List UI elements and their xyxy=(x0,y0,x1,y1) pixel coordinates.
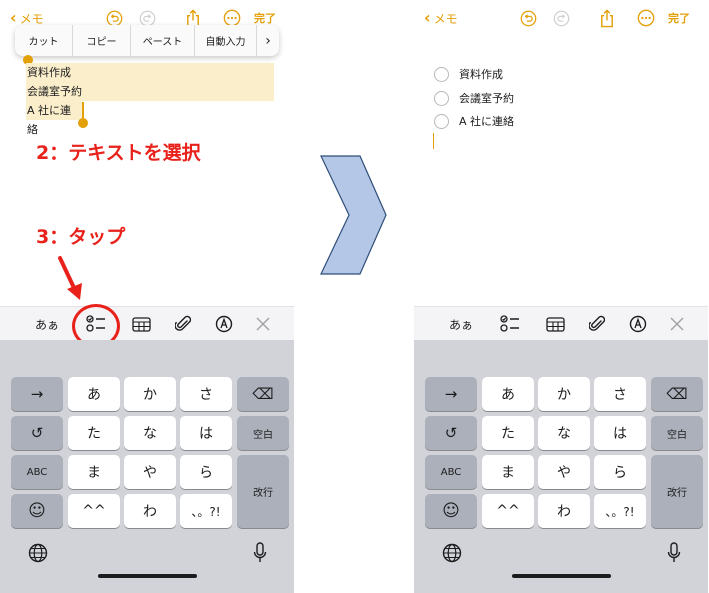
checklist-item-text: A 社に連絡 xyxy=(459,115,515,128)
key-return[interactable]: 改行 xyxy=(237,455,289,528)
markup-icon[interactable] xyxy=(215,315,233,333)
text-format-button[interactable]: あぁ xyxy=(35,315,59,333)
format-toolbar: あぁ xyxy=(414,306,708,340)
checkbox-circle-icon[interactable] xyxy=(434,90,449,106)
redo-icon[interactable] xyxy=(551,8,571,28)
key-ma[interactable]: ま xyxy=(68,455,120,489)
table-icon[interactable] xyxy=(132,315,151,333)
microphone-icon[interactable] xyxy=(253,542,267,564)
checkbox-circle-icon[interactable] xyxy=(434,113,449,129)
key-ha[interactable]: は xyxy=(180,416,232,450)
key-abc[interactable]: ABC xyxy=(425,455,477,489)
key-kaomoji[interactable]: ^^ xyxy=(68,494,120,528)
key-ha[interactable]: は xyxy=(594,416,646,450)
share-icon[interactable] xyxy=(597,8,617,28)
key-undo[interactable]: ↺ xyxy=(425,416,477,450)
key-ta[interactable]: た xyxy=(482,416,534,450)
key-abc[interactable]: ABC xyxy=(11,455,63,489)
checklist-item[interactable]: 資料作成 xyxy=(434,65,503,83)
key-next[interactable]: → xyxy=(11,377,63,411)
key-space[interactable]: 空白 xyxy=(237,416,289,450)
key-ra[interactable]: ら xyxy=(180,455,232,489)
back-label: メモ xyxy=(433,11,458,26)
transition-arrow-icon xyxy=(320,155,387,275)
key-ka[interactable]: か xyxy=(124,377,176,411)
step3-annotation: 3：タップ xyxy=(36,226,126,248)
cut-menu-item[interactable]: カット xyxy=(15,25,73,56)
before-screen: ‹ メモ 完了 カット コピー ペースト 自動入力 › 資料作成 会議室予約 A… xyxy=(0,0,294,593)
key-ya[interactable]: や xyxy=(124,455,176,489)
checklist-item[interactable]: A 社に連絡 xyxy=(434,112,514,130)
text-format-button[interactable]: あぁ xyxy=(449,315,473,333)
checklist-icon[interactable] xyxy=(500,315,520,333)
key-wa[interactable]: わ xyxy=(124,494,176,528)
red-arrow-icon xyxy=(58,256,82,300)
selected-line[interactable]: 資料作成 xyxy=(26,63,274,82)
key-na[interactable]: な xyxy=(538,416,590,450)
checkbox-circle-icon[interactable] xyxy=(434,66,449,82)
key-ra[interactable]: ら xyxy=(594,455,646,489)
key-punctuation[interactable]: 、。?! xyxy=(594,494,646,528)
key-delete[interactable]: ⌫ xyxy=(651,377,703,411)
text-cursor xyxy=(433,133,434,149)
selected-line[interactable]: A 社に連絡 xyxy=(26,101,82,136)
table-icon[interactable] xyxy=(546,315,565,333)
globe-icon[interactable] xyxy=(442,543,462,563)
selected-line[interactable]: 会議室予約 xyxy=(26,82,274,101)
key-a[interactable]: あ xyxy=(68,377,120,411)
selection-end-handle[interactable] xyxy=(78,102,88,128)
more-menu-chevron-icon[interactable]: › xyxy=(257,25,279,56)
key-sa[interactable]: さ xyxy=(180,377,232,411)
context-menu: カット コピー ペースト 自動入力 › xyxy=(15,25,279,56)
checklist-item-text: 会議室予約 xyxy=(459,92,514,105)
done-button[interactable]: 完了 xyxy=(668,8,690,28)
back-label: メモ xyxy=(19,11,44,26)
key-emoji[interactable]: ☺ xyxy=(11,494,63,528)
markup-icon[interactable] xyxy=(629,315,647,333)
home-indicator xyxy=(98,574,197,578)
autofill-menu-item[interactable]: 自動入力 xyxy=(195,25,257,56)
globe-icon[interactable] xyxy=(28,543,48,563)
chevron-left-icon: ‹ xyxy=(10,8,17,27)
key-a[interactable]: あ xyxy=(482,377,534,411)
key-sa[interactable]: さ xyxy=(594,377,646,411)
japanese-keyboard: → あ か さ ⌫ ↺ た な は 空白 ABC ま や ら 改行 ☺ ^^ わ… xyxy=(414,340,708,593)
key-na[interactable]: な xyxy=(124,416,176,450)
key-wa[interactable]: わ xyxy=(538,494,590,528)
step2-annotation: 2：テキストを選択 xyxy=(36,142,201,164)
key-ka[interactable]: か xyxy=(538,377,590,411)
back-button[interactable]: ‹ メモ xyxy=(424,8,458,28)
after-screen: ‹ メモ 完了 資料作成 会議室予約 A 社に連絡 あぁ → あ か さ ⌫ ↺… xyxy=(414,0,708,593)
notes-top-bar: ‹ メモ 完了 xyxy=(414,0,708,36)
key-undo[interactable]: ↺ xyxy=(11,416,63,450)
key-punctuation[interactable]: 、。?! xyxy=(180,494,232,528)
checklist-item-text: 資料作成 xyxy=(459,68,503,81)
key-ta[interactable]: た xyxy=(68,416,120,450)
key-return[interactable]: 改行 xyxy=(651,455,703,528)
home-indicator xyxy=(512,574,611,578)
more-icon[interactable] xyxy=(636,8,656,28)
copy-menu-item[interactable]: コピー xyxy=(73,25,131,56)
paperclip-icon[interactable] xyxy=(175,315,191,333)
paperclip-icon[interactable] xyxy=(589,315,605,333)
key-ya[interactable]: や xyxy=(538,455,590,489)
close-icon[interactable] xyxy=(670,315,684,333)
key-kaomoji[interactable]: ^^ xyxy=(482,494,534,528)
format-toolbar: あぁ xyxy=(0,306,294,340)
paste-menu-item[interactable]: ペースト xyxy=(131,25,195,56)
key-next[interactable]: → xyxy=(425,377,477,411)
key-emoji[interactable]: ☺ xyxy=(425,494,477,528)
undo-icon[interactable] xyxy=(518,8,538,28)
japanese-keyboard: → あ か さ ⌫ ↺ た な は 空白 ABC ま や ら 改行 ☺ ^^ わ… xyxy=(0,340,294,593)
key-space[interactable]: 空白 xyxy=(651,416,703,450)
checklist-item[interactable]: 会議室予約 xyxy=(434,89,514,107)
microphone-icon[interactable] xyxy=(667,542,681,564)
key-delete[interactable]: ⌫ xyxy=(237,377,289,411)
chevron-left-icon: ‹ xyxy=(424,8,431,27)
key-ma[interactable]: ま xyxy=(482,455,534,489)
close-icon[interactable] xyxy=(256,315,270,333)
